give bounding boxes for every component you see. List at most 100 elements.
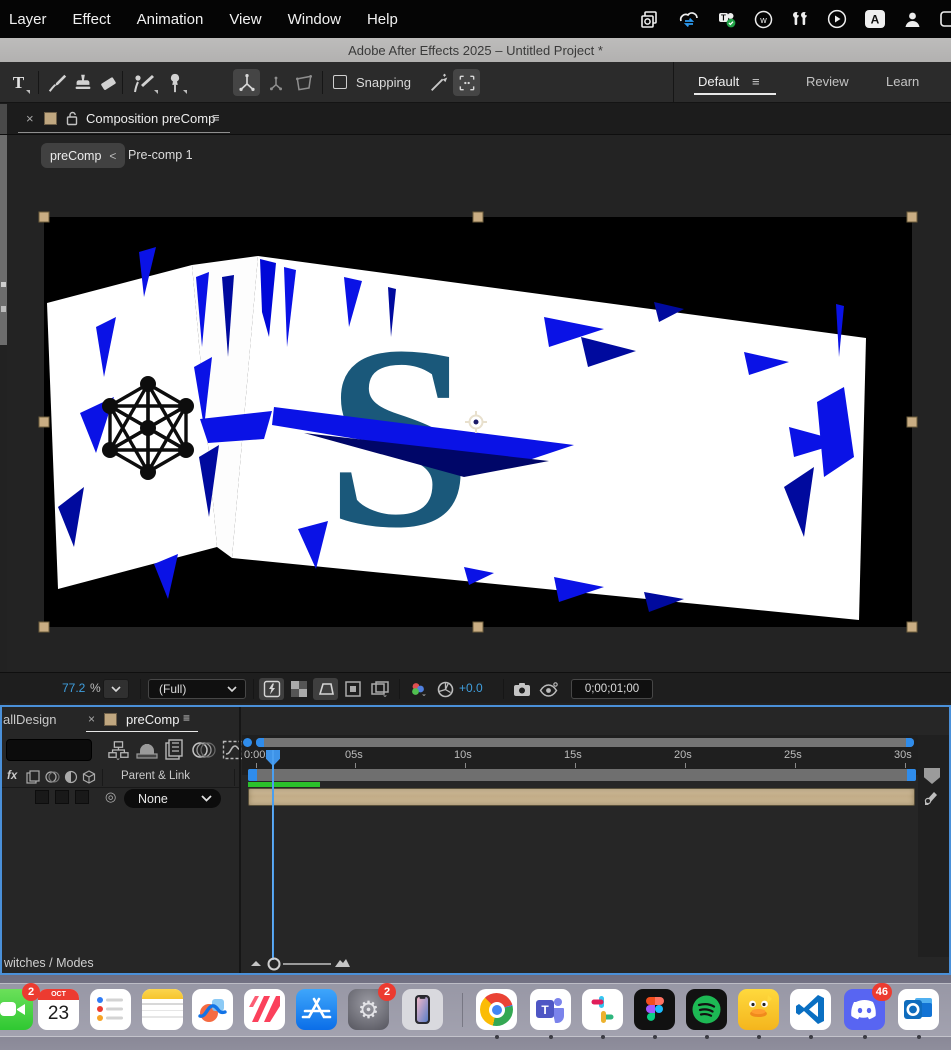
- comp-label-color-swatch[interactable]: [44, 112, 57, 125]
- creative-cloud-sync-icon[interactable]: [676, 10, 700, 28]
- teams-status-icon[interactable]: T: [717, 10, 737, 29]
- magnification-value[interactable]: 77.2: [62, 681, 85, 695]
- parent-dropdown[interactable]: None: [124, 789, 221, 808]
- transparency-grid-button[interactable]: [286, 678, 311, 700]
- fast-previews-button[interactable]: [259, 678, 284, 700]
- comp-tab-close-icon[interactable]: ×: [26, 111, 34, 126]
- draft-3d-icon[interactable]: [135, 740, 159, 760]
- time-ruler[interactable]: 0:00s 05s 10s 15s 20s 25s 30s: [242, 749, 918, 770]
- switches-modes-toggle[interactable]: witches / Modes: [4, 956, 94, 970]
- timeline-tab-menu-icon[interactable]: ≡: [183, 711, 190, 725]
- magnification-dropdown-button[interactable]: [103, 679, 129, 699]
- comp-mini-flowchart-icon[interactable]: [107, 740, 129, 760]
- exposure-value[interactable]: +0.0: [459, 681, 483, 695]
- menu-help[interactable]: Help: [367, 11, 398, 28]
- dock-appstore-icon[interactable]: [296, 989, 337, 1030]
- layer-switch-box[interactable]: [75, 790, 89, 804]
- layer-marker-pen-icon[interactable]: [923, 789, 940, 805]
- workspace-tab-learn[interactable]: Learn: [886, 74, 919, 89]
- timeline-nav-dot[interactable]: [243, 738, 252, 747]
- account-icon[interactable]: [903, 10, 922, 29]
- layer-switch-box[interactable]: [55, 790, 69, 804]
- svg-text:w: w: [759, 15, 767, 25]
- region-of-interest-button[interactable]: [340, 678, 365, 700]
- workspace-menu-icon[interactable]: ≡: [752, 74, 761, 89]
- comp-tab-menu-icon[interactable]: ≡: [212, 110, 220, 125]
- brush-tool[interactable]: [43, 69, 70, 96]
- dock-slack-icon[interactable]: [582, 989, 623, 1030]
- channels-button[interactable]: [405, 678, 430, 700]
- world-axis-mode-button[interactable]: [262, 69, 289, 96]
- input-source-a-icon[interactable]: A: [864, 9, 886, 29]
- timeline-tab-alldesign[interactable]: allDesign: [3, 712, 56, 727]
- dock-iphone-mirroring-icon[interactable]: [402, 989, 443, 1030]
- breadcrumb-parent[interactable]: Pre-comp 1: [128, 148, 193, 162]
- timeline-tab-precomp[interactable]: preComp: [126, 712, 179, 727]
- comp-tab-title[interactable]: Composition preComp: [86, 111, 215, 126]
- work-area-bar[interactable]: [248, 769, 916, 781]
- dock-calendar-icon[interactable]: OCT 23: [38, 989, 79, 1030]
- nav-bar-left-cap[interactable]: [256, 738, 264, 747]
- timeline-zoom-control[interactable]: [247, 955, 357, 971]
- parent-dropdown-value: None: [138, 792, 168, 806]
- play-circle-icon[interactable]: [827, 9, 847, 29]
- work-area-start-handle[interactable]: [248, 769, 257, 781]
- nav-bar-right-cap[interactable]: [906, 738, 914, 747]
- airpods-icon[interactable]: [790, 10, 810, 29]
- dock-reminders-icon[interactable]: [90, 989, 131, 1030]
- layer-duration-bar[interactable]: [248, 788, 915, 806]
- menu-animation[interactable]: Animation: [137, 11, 204, 28]
- snapping-checkbox[interactable]: [333, 75, 347, 89]
- dock-freeform-icon[interactable]: [192, 989, 233, 1030]
- overscan-button[interactable]: [367, 678, 392, 700]
- dock-figma-icon[interactable]: [634, 989, 675, 1030]
- breadcrumb-current-chip[interactable]: preComp <: [41, 143, 125, 168]
- mask-visibility-button[interactable]: [313, 678, 338, 700]
- view-axis-mode-button[interactable]: [290, 69, 317, 96]
- layer-switch-box[interactable]: [35, 790, 49, 804]
- menu-view[interactable]: View: [229, 11, 261, 28]
- dock-news-icon[interactable]: [244, 989, 285, 1030]
- frame-blending-icon[interactable]: [164, 739, 184, 761]
- composition-canvas[interactable]: S: [36, 209, 920, 635]
- outlook-status-icon[interactable]: [640, 10, 659, 29]
- timecode-display[interactable]: 0;00;01;00: [571, 679, 653, 699]
- work-area-end-handle[interactable]: [907, 769, 916, 781]
- resolution-dropdown[interactable]: (Full): [148, 679, 246, 699]
- dock-spotify-icon[interactable]: [686, 989, 727, 1030]
- dock-chrome-icon[interactable]: [476, 989, 517, 1030]
- dock-cyberduck-icon[interactable]: [738, 989, 779, 1030]
- type-tool[interactable]: T: [5, 69, 32, 96]
- clone-stamp-tool[interactable]: [69, 69, 96, 96]
- timeline-panel: allDesign × preComp ≡ fx Parent & Link: [0, 705, 951, 975]
- desktop-strip: 2 OCT 23 ⚙: [0, 975, 951, 1050]
- show-snapshot-button[interactable]: [536, 678, 561, 700]
- menu-window[interactable]: Window: [288, 11, 341, 28]
- snapshot-button[interactable]: [509, 678, 534, 700]
- motion-blur-icon[interactable]: [192, 740, 216, 760]
- menu-effect[interactable]: Effect: [73, 11, 111, 28]
- lock-open-icon[interactable]: [66, 111, 79, 126]
- local-axis-mode-button[interactable]: [233, 69, 260, 96]
- dock-teams-icon[interactable]: T: [530, 989, 571, 1030]
- timeline-column-divider[interactable]: [239, 707, 241, 973]
- timeline-nav-bar[interactable]: [256, 738, 914, 747]
- snap-options-button[interactable]: [453, 69, 480, 96]
- timeline-tab-close-icon[interactable]: ×: [88, 712, 95, 726]
- svg-text:T: T: [541, 1003, 549, 1017]
- eraser-tool[interactable]: [95, 69, 122, 96]
- dock-outlook-icon[interactable]: [898, 989, 939, 1030]
- dock-notes-icon[interactable]: [142, 989, 183, 1030]
- snap-cursor-icon[interactable]: [425, 69, 452, 96]
- roto-brush-tool[interactable]: [127, 69, 159, 96]
- workspace-tab-review[interactable]: Review: [806, 74, 849, 89]
- workspace-tab-default[interactable]: Default: [698, 74, 739, 89]
- pickwhip-icon[interactable]: ◎: [105, 789, 116, 805]
- dock-vscode-icon[interactable]: [790, 989, 831, 1030]
- timeline-search-input[interactable]: [6, 739, 92, 761]
- puppet-pin-tool[interactable]: [161, 69, 188, 96]
- menu-layer[interactable]: Layer: [9, 11, 47, 28]
- w-circle-icon[interactable]: w: [754, 10, 773, 29]
- exposure-reset-icon[interactable]: [433, 678, 458, 700]
- ruler-tick-label: 05s: [345, 749, 363, 761]
